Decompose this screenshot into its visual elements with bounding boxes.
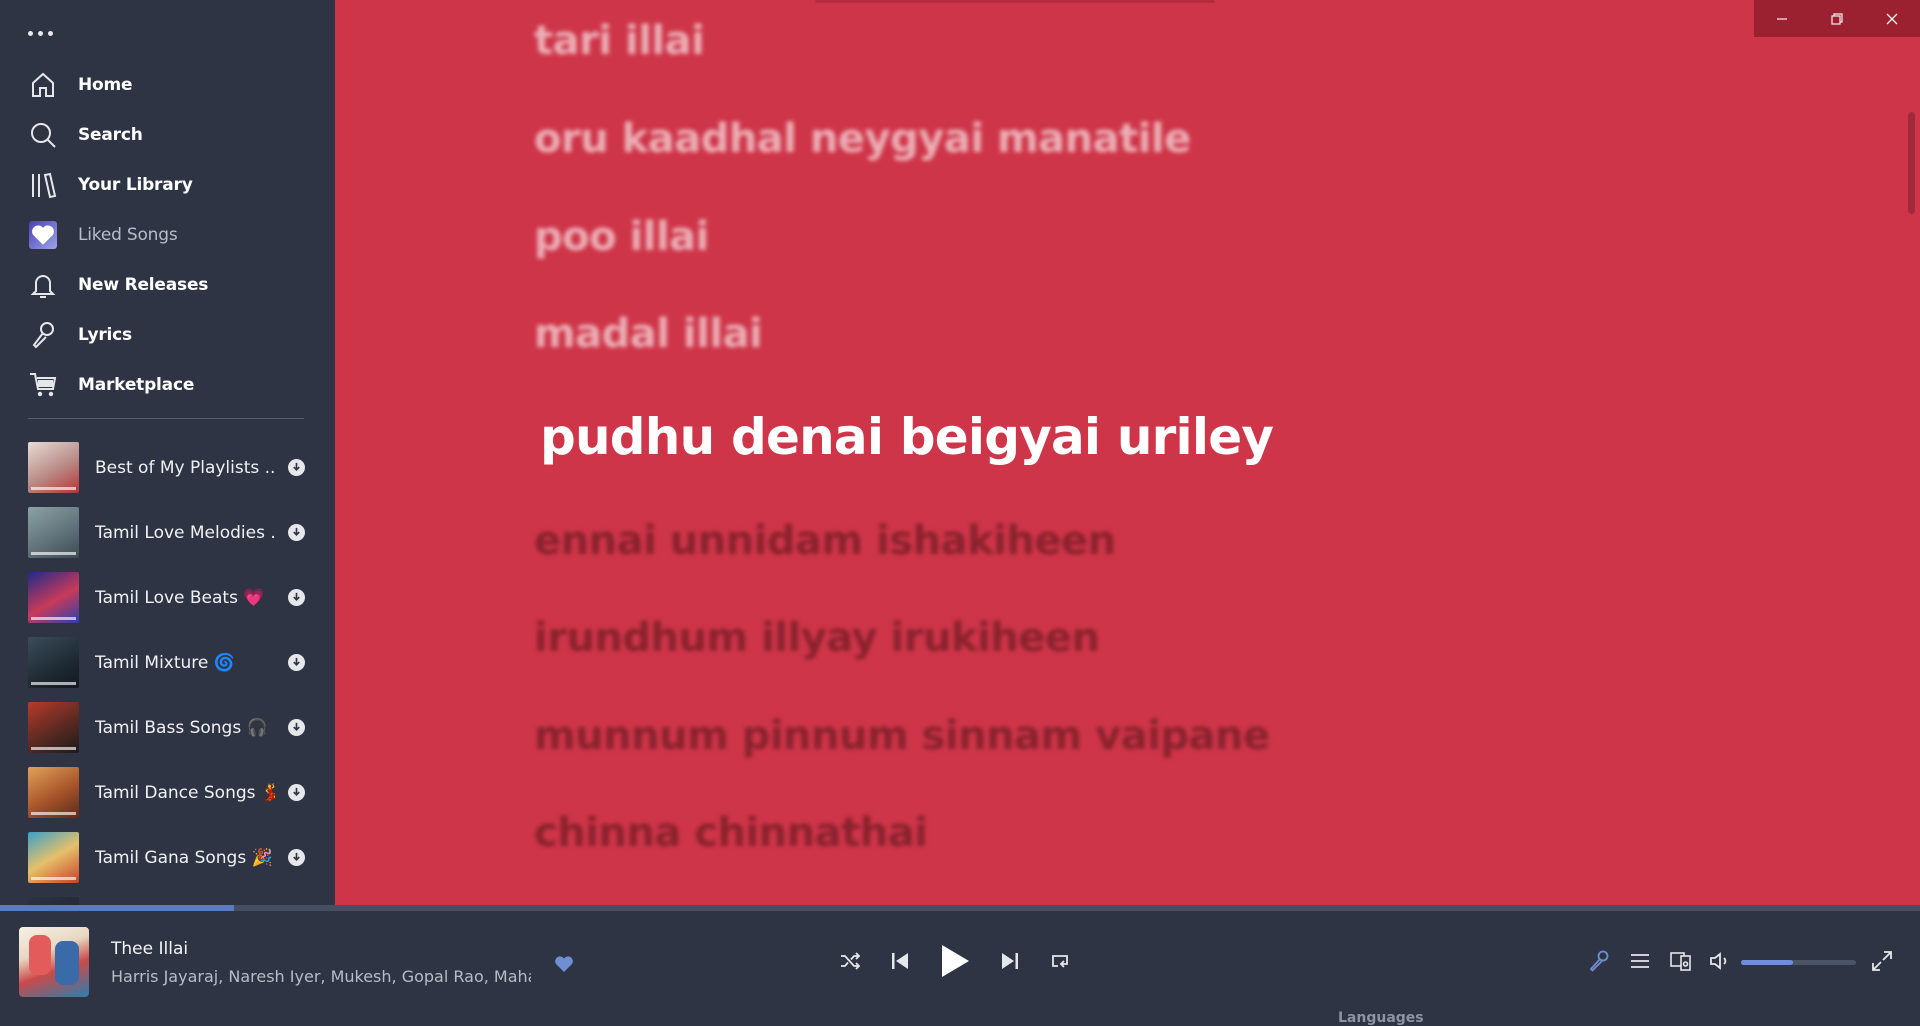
sidebar-nav: Home Search Your Library Liked Songs New… bbox=[0, 60, 335, 410]
repeat-button[interactable] bbox=[1045, 950, 1075, 972]
next-track-button[interactable] bbox=[995, 951, 1025, 971]
play-icon bbox=[942, 945, 969, 977]
sidebar-item-new-releases[interactable]: New Releases bbox=[0, 260, 335, 310]
volume-icon[interactable] bbox=[1708, 949, 1732, 973]
more-options-button[interactable] bbox=[28, 22, 60, 44]
downloaded-icon bbox=[288, 589, 305, 606]
home-icon bbox=[28, 70, 58, 100]
playlist-thumbnail bbox=[28, 897, 79, 905]
sidebar-divider bbox=[28, 418, 304, 419]
lyric-line[interactable]: chinna chinnathai bbox=[534, 810, 928, 856]
connect-device-icon[interactable] bbox=[1669, 949, 1693, 973]
previous-track-button[interactable] bbox=[885, 951, 915, 971]
playlist-thumbnail bbox=[28, 507, 79, 558]
playlist-item[interactable]: Tamil Mixture 🌀 bbox=[0, 630, 335, 695]
skip-back-icon bbox=[892, 953, 908, 969]
restore-button[interactable] bbox=[1809, 0, 1864, 37]
downloaded-icon bbox=[288, 459, 305, 476]
downloaded-icon bbox=[288, 784, 305, 801]
minimize-icon bbox=[1776, 17, 1787, 20]
playlist-item[interactable]: Tamil Gana Songs 🎉 bbox=[0, 825, 335, 890]
shuffle-button[interactable] bbox=[835, 950, 865, 972]
playlist-item[interactable]: Tamil Love Melodies ... bbox=[0, 500, 335, 565]
lyric-line[interactable]: madal illai bbox=[534, 311, 763, 357]
sidebar-item-label: Search bbox=[78, 125, 143, 145]
playlist-name: Tamil Dance Songs 💃 bbox=[95, 782, 275, 803]
volume-slider-fill bbox=[1741, 960, 1793, 965]
album-cover[interactable] bbox=[19, 927, 89, 997]
playlist-name: Best of My Playlists ... bbox=[95, 457, 275, 478]
playlist-name: Tamil Mixture 🌀 bbox=[95, 652, 235, 673]
sidebar-item-liked-songs[interactable]: Liked Songs bbox=[0, 210, 335, 260]
sidebar-item-search[interactable]: Search bbox=[0, 110, 335, 160]
bell-icon bbox=[28, 270, 58, 300]
lyric-line[interactable]: ennai unnidam ishakiheen bbox=[534, 518, 1116, 564]
minimize-button[interactable] bbox=[1754, 0, 1809, 37]
playlist-thumbnail bbox=[28, 572, 79, 623]
downloaded-icon bbox=[288, 654, 305, 671]
playlist-item[interactable]: Best of My Playlists ... bbox=[0, 435, 335, 500]
playlist-item[interactable]: Tamil Love Beats 💗 bbox=[0, 565, 335, 630]
queue-icon[interactable] bbox=[1628, 949, 1652, 973]
playlist-item[interactable]: Tamil Bass Songs 🎧 bbox=[0, 695, 335, 760]
library-icon bbox=[28, 170, 58, 200]
repeat-icon bbox=[1052, 955, 1068, 968]
lyric-line-current[interactable]: pudhu denai beigyai uriley bbox=[540, 408, 1274, 466]
sidebar-item-your-library[interactable]: Your Library bbox=[0, 160, 335, 210]
sidebar-item-label: Home bbox=[78, 75, 133, 95]
sidebar-item-marketplace[interactable]: Marketplace bbox=[0, 360, 335, 410]
player-bar: Thee Illai Harris Jayaraj, Naresh Iyer, … bbox=[0, 911, 1920, 1020]
sidebar-item-home[interactable]: Home bbox=[0, 60, 335, 110]
microphone-icon bbox=[28, 320, 58, 350]
cart-icon bbox=[28, 370, 58, 400]
downloaded-icon bbox=[288, 849, 305, 866]
playlist-name: Tamil Bass Songs 🎧 bbox=[95, 717, 268, 738]
like-heart-icon[interactable] bbox=[553, 953, 575, 975]
sidebar-item-label: New Releases bbox=[78, 275, 209, 295]
playlist-list: Best of My Playlists ... Tamil Love Melo… bbox=[0, 435, 335, 905]
lyric-line[interactable]: tari illai bbox=[534, 18, 705, 64]
playlist-item[interactable]: Tamil Dance Songs 💃 bbox=[0, 760, 335, 825]
lyric-line[interactable]: poo illai bbox=[534, 214, 709, 260]
restore-icon bbox=[1831, 12, 1843, 25]
track-artists[interactable]: Harris Jayaraj, Naresh Iyer, Mukesh, Gop… bbox=[111, 967, 531, 986]
track-title[interactable]: Thee Illai bbox=[111, 939, 188, 959]
sidebar: Home Search Your Library Liked Songs New… bbox=[0, 0, 335, 905]
lyrics-view[interactable]: tari illai oru kaadhal neygyai manatile … bbox=[335, 0, 1920, 905]
lyric-line[interactable]: irundhum illyay irukiheen bbox=[534, 615, 1100, 661]
playlist-item[interactable] bbox=[0, 890, 335, 905]
playlist-name: Tamil Love Melodies ... bbox=[95, 522, 275, 543]
playlist-thumbnail bbox=[28, 767, 79, 818]
close-icon bbox=[1886, 13, 1898, 24]
languages-footer-link[interactable]: Languages bbox=[1338, 1010, 1424, 1026]
playlist-thumbnail bbox=[28, 442, 79, 493]
playlist-name: Tamil Love Beats 💗 bbox=[95, 587, 265, 608]
volume-slider[interactable] bbox=[1741, 960, 1856, 965]
downloaded-icon bbox=[288, 524, 305, 541]
sidebar-item-label: Marketplace bbox=[78, 375, 195, 395]
search-icon bbox=[28, 120, 58, 150]
sidebar-item-label: Liked Songs bbox=[78, 225, 178, 245]
skip-forward-icon bbox=[1002, 953, 1018, 969]
fullscreen-icon[interactable] bbox=[1870, 949, 1894, 973]
shuffle-icon bbox=[841, 952, 861, 970]
playlist-thumbnail bbox=[28, 832, 79, 883]
playlist-name: Tamil Gana Songs 🎉 bbox=[95, 847, 273, 868]
lyric-line[interactable]: oru kaadhal neygyai manatile bbox=[534, 116, 1191, 162]
lyrics-scrollbar[interactable] bbox=[1908, 112, 1915, 214]
playlist-thumbnail bbox=[28, 702, 79, 753]
lyrics-top-fade bbox=[815, 0, 1215, 3]
sidebar-item-label: Lyrics bbox=[78, 325, 132, 345]
sidebar-item-label: Your Library bbox=[78, 175, 193, 195]
close-window-button[interactable] bbox=[1865, 0, 1920, 37]
lyric-line[interactable]: munnum pinnum sinnam vaipane bbox=[534, 713, 1270, 759]
downloaded-icon bbox=[288, 719, 305, 736]
sidebar-item-lyrics[interactable]: Lyrics bbox=[0, 310, 335, 360]
window-controls bbox=[1754, 0, 1920, 37]
playback-controls bbox=[835, 940, 1075, 982]
heart-icon bbox=[28, 220, 58, 250]
playlist-thumbnail bbox=[28, 637, 79, 688]
lyrics-microphone-icon[interactable] bbox=[1587, 949, 1611, 973]
play-button[interactable] bbox=[935, 944, 975, 978]
